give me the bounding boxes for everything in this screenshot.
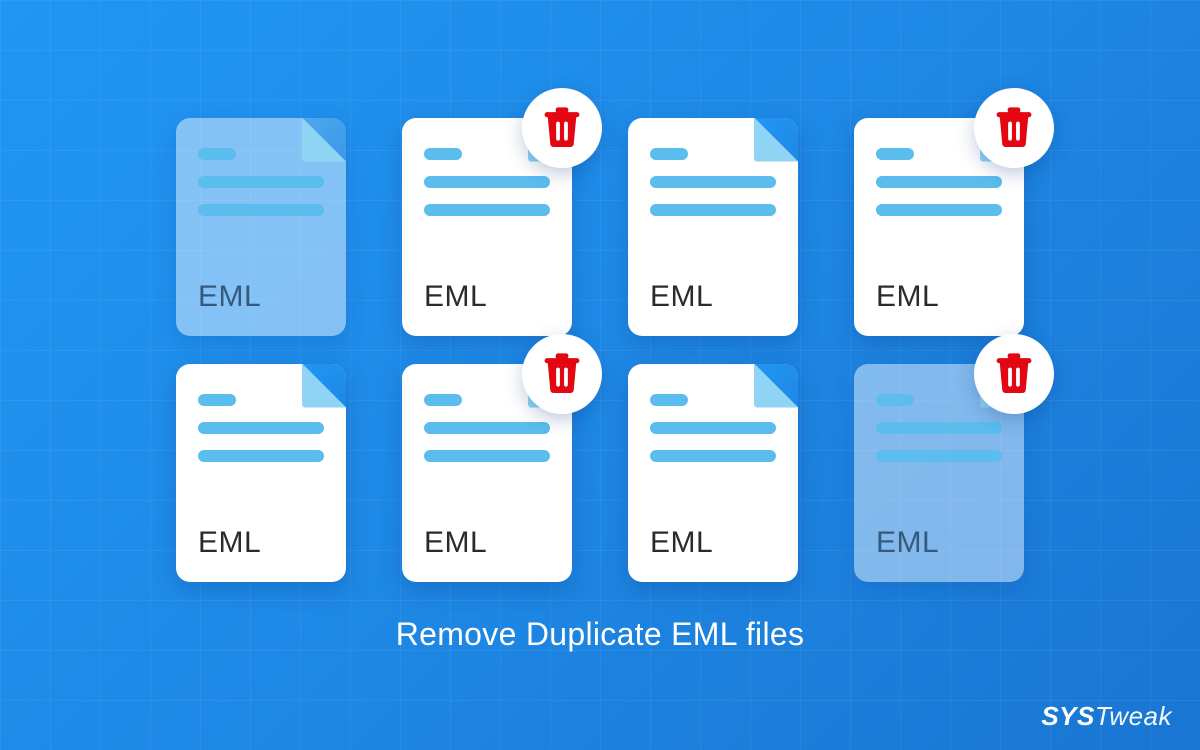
- file-item: EML: [854, 364, 1024, 582]
- file-row-1: EML EML EML: [176, 118, 1024, 336]
- brand-logo: SYSTweak: [1041, 701, 1172, 732]
- brand-part-1: SYS: [1041, 701, 1095, 732]
- illustration-stage: EML EML EML: [0, 0, 1200, 750]
- file-item: EML: [176, 118, 346, 336]
- trash-icon: [995, 107, 1033, 149]
- file-item: EML: [628, 118, 798, 336]
- trash-icon: [543, 107, 581, 149]
- file-type-label: EML: [424, 526, 487, 560]
- trash-icon: [543, 353, 581, 395]
- eml-file-icon: EML: [176, 364, 346, 582]
- trash-icon: [995, 353, 1033, 395]
- file-type-label: EML: [650, 526, 713, 560]
- file-item: EML: [176, 364, 346, 582]
- eml-file-icon: EML: [628, 118, 798, 336]
- caption-text: Remove Duplicate EML files: [396, 616, 805, 653]
- eml-file-icon: EML: [628, 364, 798, 582]
- file-type-label: EML: [876, 526, 939, 560]
- file-item: EML: [402, 364, 572, 582]
- delete-badge: [522, 88, 602, 168]
- file-item: EML: [402, 118, 572, 336]
- brand-part-2: Tweak: [1095, 701, 1172, 732]
- file-type-label: EML: [424, 280, 487, 314]
- file-type-label: EML: [198, 526, 261, 560]
- delete-badge: [974, 88, 1054, 168]
- file-row-2: EML EML EML: [176, 364, 1024, 582]
- file-type-label: EML: [876, 280, 939, 314]
- delete-badge: [522, 334, 602, 414]
- eml-file-icon: EML: [176, 118, 346, 336]
- file-item: EML: [628, 364, 798, 582]
- file-type-label: EML: [198, 280, 261, 314]
- file-item: EML: [854, 118, 1024, 336]
- file-type-label: EML: [650, 280, 713, 314]
- delete-badge: [974, 334, 1054, 414]
